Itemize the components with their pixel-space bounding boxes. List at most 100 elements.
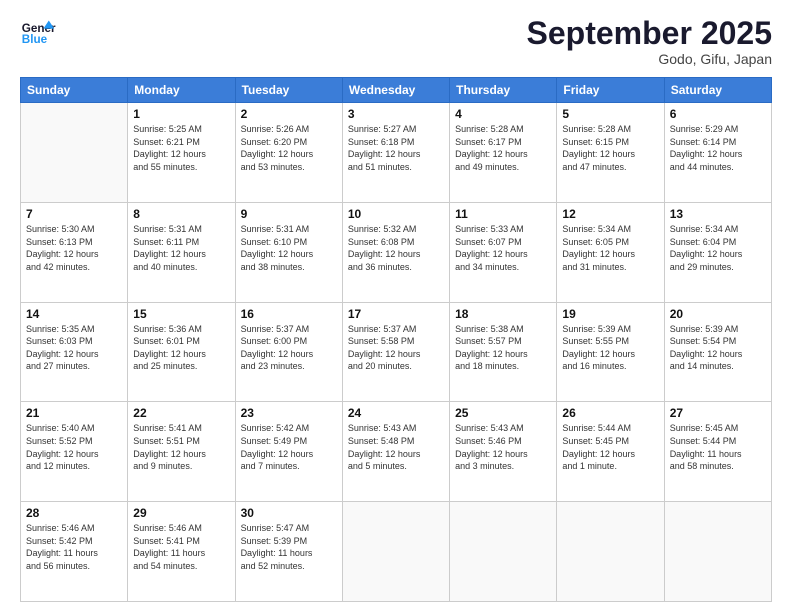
calendar-cell: 2 Sunrise: 5:26 AM Sunset: 6:20 PM Daylig…: [235, 103, 342, 203]
calendar-cell: 10 Sunrise: 5:32 AM Sunset: 6:08 PM Dayli…: [342, 202, 449, 302]
day-info: Sunrise: 5:39 AM Sunset: 5:54 PM Dayligh…: [670, 323, 766, 373]
weekday-saturday: Saturday: [664, 78, 771, 103]
day-number: 4: [455, 107, 551, 121]
day-number: 1: [133, 107, 229, 121]
day-number: 25: [455, 406, 551, 420]
calendar-cell: 16 Sunrise: 5:37 AM Sunset: 6:00 PM Dayli…: [235, 302, 342, 402]
day-number: 17: [348, 307, 444, 321]
weekday-friday: Friday: [557, 78, 664, 103]
day-number: 27: [670, 406, 766, 420]
day-info: Sunrise: 5:25 AM Sunset: 6:21 PM Dayligh…: [133, 123, 229, 173]
day-info: Sunrise: 5:36 AM Sunset: 6:01 PM Dayligh…: [133, 323, 229, 373]
day-number: 16: [241, 307, 337, 321]
day-number: 6: [670, 107, 766, 121]
day-info: Sunrise: 5:41 AM Sunset: 5:51 PM Dayligh…: [133, 422, 229, 472]
day-number: 13: [670, 207, 766, 221]
calendar-cell: [21, 103, 128, 203]
day-info: Sunrise: 5:37 AM Sunset: 5:58 PM Dayligh…: [348, 323, 444, 373]
weekday-wednesday: Wednesday: [342, 78, 449, 103]
day-number: 2: [241, 107, 337, 121]
day-info: Sunrise: 5:29 AM Sunset: 6:14 PM Dayligh…: [670, 123, 766, 173]
calendar-cell: 27 Sunrise: 5:45 AM Sunset: 5:44 PM Dayli…: [664, 402, 771, 502]
day-info: Sunrise: 5:47 AM Sunset: 5:39 PM Dayligh…: [241, 522, 337, 572]
calendar-cell: 1 Sunrise: 5:25 AM Sunset: 6:21 PM Daylig…: [128, 103, 235, 203]
calendar-cell: 23 Sunrise: 5:42 AM Sunset: 5:49 PM Dayli…: [235, 402, 342, 502]
calendar-cell: 4 Sunrise: 5:28 AM Sunset: 6:17 PM Daylig…: [450, 103, 557, 203]
calendar-cell: 15Sunrise: 5:36 AM Sunset: 6:01 PM Dayli…: [128, 302, 235, 402]
calendar-cell: [557, 502, 664, 602]
calendar-header: SundayMondayTuesdayWednesdayThursdayFrid…: [21, 78, 772, 103]
day-number: 14: [26, 307, 122, 321]
day-info: Sunrise: 5:27 AM Sunset: 6:18 PM Dayligh…: [348, 123, 444, 173]
day-number: 3: [348, 107, 444, 121]
day-info: Sunrise: 5:34 AM Sunset: 6:05 PM Dayligh…: [562, 223, 658, 273]
weekday-tuesday: Tuesday: [235, 78, 342, 103]
day-info: Sunrise: 5:30 AM Sunset: 6:13 PM Dayligh…: [26, 223, 122, 273]
calendar-cell: 9 Sunrise: 5:31 AM Sunset: 6:10 PM Daylig…: [235, 202, 342, 302]
day-number: 29: [133, 506, 229, 520]
day-number: 7: [26, 207, 122, 221]
day-number: 12: [562, 207, 658, 221]
day-info: Sunrise: 5:37 AM Sunset: 6:00 PM Dayligh…: [241, 323, 337, 373]
day-number: 28: [26, 506, 122, 520]
calendar-cell: 30 Sunrise: 5:47 AM Sunset: 5:39 PM Dayli…: [235, 502, 342, 602]
calendar-cell: 19Sunrise: 5:39 AM Sunset: 5:55 PM Dayli…: [557, 302, 664, 402]
day-info: Sunrise: 5:38 AM Sunset: 5:57 PM Dayligh…: [455, 323, 551, 373]
day-number: 22: [133, 406, 229, 420]
day-info: Sunrise: 5:33 AM Sunset: 6:07 PM Dayligh…: [455, 223, 551, 273]
day-info: Sunrise: 5:28 AM Sunset: 6:17 PM Dayligh…: [455, 123, 551, 173]
day-info: Sunrise: 5:45 AM Sunset: 5:44 PM Dayligh…: [670, 422, 766, 472]
calendar-cell: 13 Sunrise: 5:34 AM Sunset: 6:04 PM Dayli…: [664, 202, 771, 302]
calendar-cell: 14 Sunrise: 5:35 AM Sunset: 6:03 PM Dayli…: [21, 302, 128, 402]
day-number: 20: [670, 307, 766, 321]
calendar: SundayMondayTuesdayWednesdayThursdayFrid…: [20, 77, 772, 602]
day-info: Sunrise: 5:26 AM Sunset: 6:20 PM Dayligh…: [241, 123, 337, 173]
logo: General Blue: [20, 16, 56, 52]
day-number: 24: [348, 406, 444, 420]
calendar-cell: 6 Sunrise: 5:29 AM Sunset: 6:14 PM Daylig…: [664, 103, 771, 203]
day-info: Sunrise: 5:40 AM Sunset: 5:52 PM Dayligh…: [26, 422, 122, 472]
calendar-cell: 20 Sunrise: 5:39 AM Sunset: 5:54 PM Dayli…: [664, 302, 771, 402]
month-title: September 2025: [527, 16, 772, 51]
calendar-cell: 18Sunrise: 5:38 AM Sunset: 5:57 PM Dayli…: [450, 302, 557, 402]
day-number: 10: [348, 207, 444, 221]
day-info: Sunrise: 5:31 AM Sunset: 6:10 PM Dayligh…: [241, 223, 337, 273]
day-info: Sunrise: 5:32 AM Sunset: 6:08 PM Dayligh…: [348, 223, 444, 273]
calendar-cell: 25 Sunrise: 5:43 AM Sunset: 5:46 PM Dayli…: [450, 402, 557, 502]
day-number: 19: [562, 307, 658, 321]
day-info: Sunrise: 5:46 AM Sunset: 5:42 PM Dayligh…: [26, 522, 122, 572]
calendar-cell: 24 Sunrise: 5:43 AM Sunset: 5:48 PM Dayli…: [342, 402, 449, 502]
calendar-cell: [664, 502, 771, 602]
svg-text:Blue: Blue: [22, 33, 48, 46]
calendar-cell: 11 Sunrise: 5:33 AM Sunset: 6:07 PM Dayli…: [450, 202, 557, 302]
day-number: 30: [241, 506, 337, 520]
day-info: Sunrise: 5:43 AM Sunset: 5:48 PM Dayligh…: [348, 422, 444, 472]
day-info: Sunrise: 5:44 AM Sunset: 5:45 PM Dayligh…: [562, 422, 658, 472]
calendar-cell: 26 Sunrise: 5:44 AM Sunset: 5:45 PM Dayli…: [557, 402, 664, 502]
day-number: 26: [562, 406, 658, 420]
calendar-cell: 3 Sunrise: 5:27 AM Sunset: 6:18 PM Daylig…: [342, 103, 449, 203]
weekday-monday: Monday: [128, 78, 235, 103]
calendar-cell: 7 Sunrise: 5:30 AM Sunset: 6:13 PM Daylig…: [21, 202, 128, 302]
day-number: 21: [26, 406, 122, 420]
calendar-cell: 8Sunrise: 5:31 AM Sunset: 6:11 PM Daylig…: [128, 202, 235, 302]
day-number: 11: [455, 207, 551, 221]
day-number: 9: [241, 207, 337, 221]
day-info: Sunrise: 5:35 AM Sunset: 6:03 PM Dayligh…: [26, 323, 122, 373]
weekday-thursday: Thursday: [450, 78, 557, 103]
day-info: Sunrise: 5:34 AM Sunset: 6:04 PM Dayligh…: [670, 223, 766, 273]
calendar-cell: 22 Sunrise: 5:41 AM Sunset: 5:51 PM Dayli…: [128, 402, 235, 502]
calendar-cell: 21 Sunrise: 5:40 AM Sunset: 5:52 PM Dayli…: [21, 402, 128, 502]
weekday-sunday: Sunday: [21, 78, 128, 103]
day-info: Sunrise: 5:42 AM Sunset: 5:49 PM Dayligh…: [241, 422, 337, 472]
day-info: Sunrise: 5:43 AM Sunset: 5:46 PM Dayligh…: [455, 422, 551, 472]
day-number: 5: [562, 107, 658, 121]
day-info: Sunrise: 5:28 AM Sunset: 6:15 PM Dayligh…: [562, 123, 658, 173]
calendar-cell: 17 Sunrise: 5:37 AM Sunset: 5:58 PM Dayli…: [342, 302, 449, 402]
calendar-cell: [342, 502, 449, 602]
calendar-cell: [450, 502, 557, 602]
day-number: 23: [241, 406, 337, 420]
day-info: Sunrise: 5:46 AM Sunset: 5:41 PM Dayligh…: [133, 522, 229, 572]
logo-icon: General Blue: [20, 16, 56, 52]
title-block: September 2025 Godo, Gifu, Japan: [527, 16, 772, 67]
